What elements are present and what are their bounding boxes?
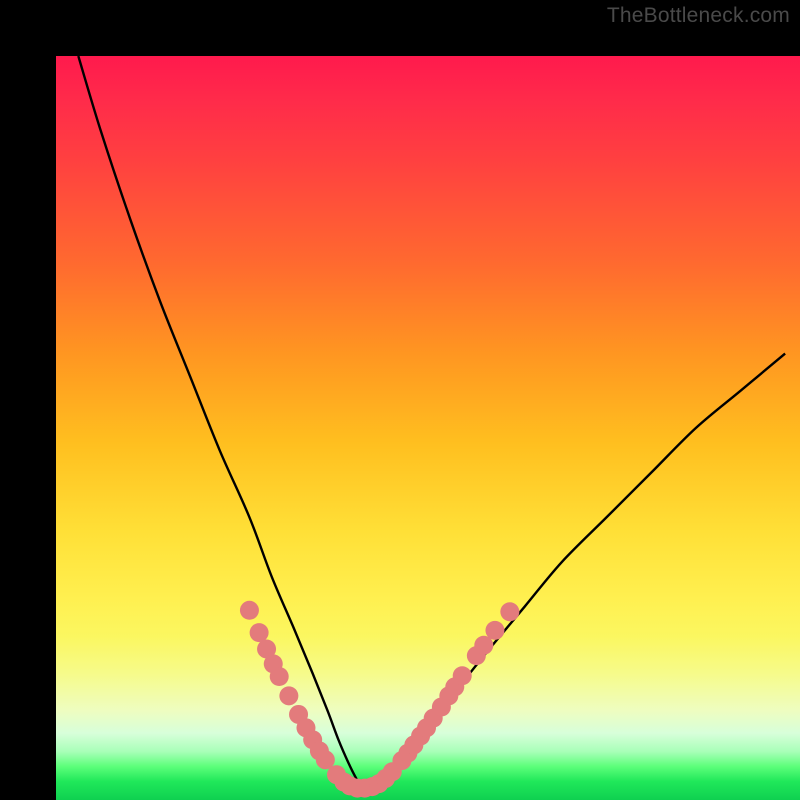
curve-marker [270,667,289,686]
curve-marker [485,621,504,640]
plot-area [56,56,800,800]
curve-markers [240,601,519,798]
curve-marker [453,666,472,685]
curve-marker [279,686,298,705]
bottleneck-curve [78,56,785,786]
curve-marker [500,602,519,621]
bottleneck-curve-svg [56,56,800,800]
curve-marker [250,623,269,642]
curve-marker [240,601,259,620]
chart-frame [0,0,800,800]
